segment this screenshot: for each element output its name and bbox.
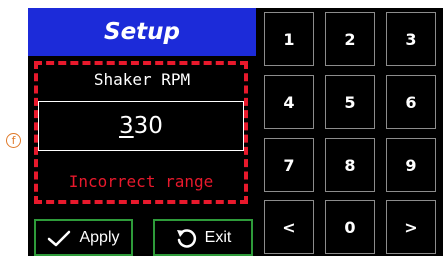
undo-arrow-icon xyxy=(176,228,196,248)
device-screen: Setup Shaker RPM 3 30 Incorrect range App… xyxy=(28,8,443,256)
exit-button[interactable]: Exit xyxy=(153,219,253,256)
annotation-marker-f: f xyxy=(6,133,21,148)
key-5[interactable]: 5 xyxy=(325,75,375,129)
exit-button-label: Exit xyxy=(204,228,232,246)
key-cursor-left[interactable]: < xyxy=(264,200,314,254)
key-cursor-right[interactable]: > xyxy=(386,200,436,254)
key-9[interactable]: 9 xyxy=(386,138,436,192)
key-2[interactable]: 2 xyxy=(325,12,375,66)
apply-button[interactable]: Apply xyxy=(34,219,133,256)
error-message: Incorrect range xyxy=(68,172,214,191)
checkmark-icon xyxy=(48,230,71,246)
key-8[interactable]: 8 xyxy=(325,138,375,192)
value-input[interactable]: 3 30 xyxy=(38,101,244,151)
numeric-keypad: 1 2 3 4 5 6 7 8 9 < 0 > xyxy=(264,8,443,256)
parameter-label: Shaker RPM xyxy=(93,70,191,89)
key-1[interactable]: 1 xyxy=(264,12,314,66)
key-7[interactable]: 7 xyxy=(264,138,314,192)
apply-button-label: Apply xyxy=(79,228,120,246)
key-4[interactable]: 4 xyxy=(264,75,314,129)
page-title: Setup xyxy=(28,8,256,56)
key-0[interactable]: 0 xyxy=(325,200,375,254)
key-3[interactable]: 3 xyxy=(386,12,436,66)
value-cursor-digit: 3 xyxy=(119,113,134,139)
value-remaining-digits: 30 xyxy=(133,113,163,139)
key-6[interactable]: 6 xyxy=(386,75,436,129)
